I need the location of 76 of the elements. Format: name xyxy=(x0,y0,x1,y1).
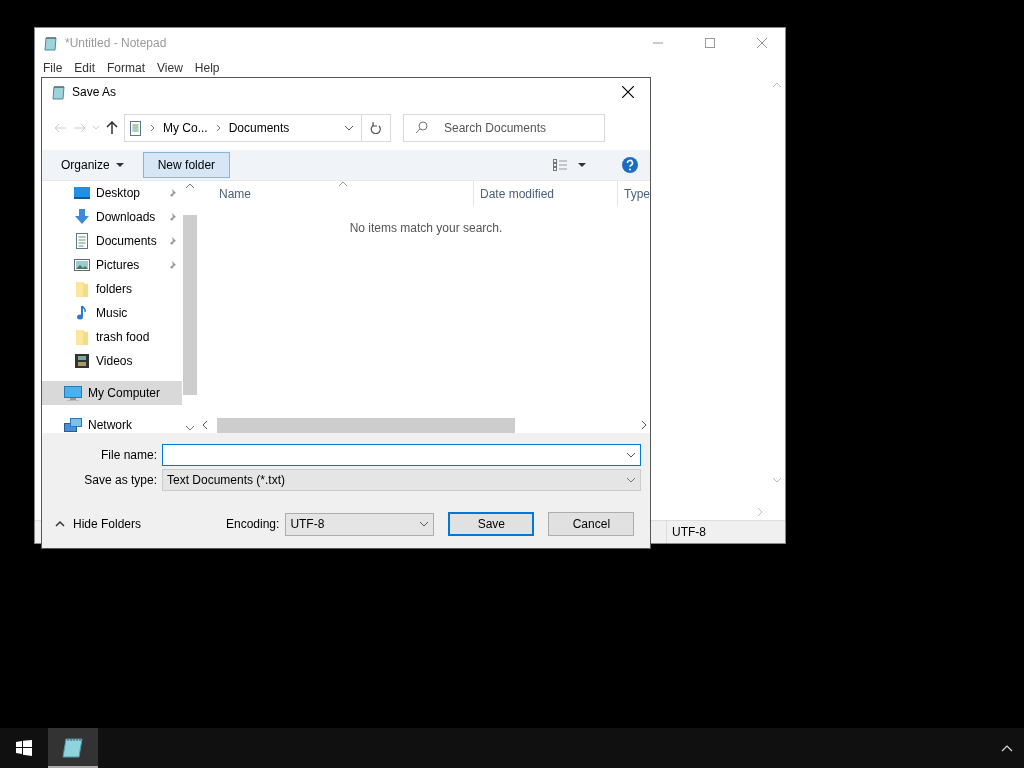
encoding-dropdown[interactable]: UTF-8 xyxy=(285,512,435,536)
nav-item[interactable]: Documents xyxy=(42,229,182,253)
start-icon[interactable] xyxy=(16,740,32,756)
scroll-left-icon[interactable] xyxy=(202,420,208,430)
scrollbar-thumb[interactable] xyxy=(217,417,515,433)
dialog-button[interactable]: Cancel xyxy=(548,512,635,536)
field-label: File name: xyxy=(99,448,158,462)
scroll-up-icon[interactable] xyxy=(185,183,195,189)
maximize-icon[interactable] xyxy=(705,38,715,48)
hide-folders-button[interactable]: Hide Folders xyxy=(42,517,226,531)
close-icon[interactable] xyxy=(622,86,634,98)
organize-button[interactable]: Organize xyxy=(54,154,131,176)
nav-item[interactable]: Network xyxy=(42,413,182,437)
menu-item[interactable]: Help xyxy=(188,61,226,75)
chevron-icon xyxy=(150,124,155,132)
nav-item[interactable]: folders xyxy=(42,277,182,301)
column-header[interactable]: Name xyxy=(202,181,474,206)
breadcrumb[interactable]: Documents xyxy=(228,121,290,135)
search-icon xyxy=(415,121,428,134)
document-icon xyxy=(129,120,142,136)
menu-item[interactable]: File xyxy=(37,61,69,75)
folder-icon xyxy=(74,329,90,345)
document-icon xyxy=(74,233,90,249)
caret-icon[interactable] xyxy=(578,163,586,167)
notepad-icon xyxy=(43,35,59,51)
window-title: *Untitled - Notepad xyxy=(65,36,168,50)
refresh-icon xyxy=(370,122,382,134)
folder-icon xyxy=(74,281,90,297)
scroll-right-icon[interactable] xyxy=(641,420,647,430)
nav-item[interactable]: Music xyxy=(42,301,182,325)
caret-up-icon xyxy=(55,520,65,528)
computer-icon xyxy=(64,385,82,401)
up-icon[interactable] xyxy=(106,121,118,135)
menu-item[interactable]: Edit xyxy=(68,61,102,75)
field-label: Encoding: xyxy=(226,517,280,531)
save-type-dropdown[interactable]: Text Documents (*.txt) xyxy=(162,469,641,491)
new-folder-button[interactable]: New folder xyxy=(142,152,231,178)
picture-icon xyxy=(74,257,90,273)
dropdown-icon[interactable] xyxy=(626,451,636,459)
scrollbar-thumb[interactable] xyxy=(183,215,197,395)
help-icon[interactable] xyxy=(622,157,638,173)
column-header[interactable]: Date modified xyxy=(474,181,618,206)
refresh-button[interactable] xyxy=(361,114,391,142)
dialog-button[interactable]: Save xyxy=(448,512,535,536)
view-icon[interactable] xyxy=(553,159,568,171)
notepad-icon xyxy=(61,735,85,759)
dropdown-icon[interactable] xyxy=(344,124,354,132)
dropdown-icon xyxy=(419,520,430,528)
download-arrow-icon xyxy=(74,209,90,225)
nav-item[interactable]: Desktop xyxy=(42,181,182,205)
empty-message: No items match your search. xyxy=(349,221,503,235)
column-header[interactable]: Type xyxy=(618,181,650,206)
field-label: Save as type: xyxy=(83,473,158,487)
chevron-icon xyxy=(215,124,221,132)
dialog-title: Save As xyxy=(72,85,118,99)
nav-item[interactable]: Downloads xyxy=(42,205,182,229)
search-field[interactable]: Search Documents xyxy=(403,114,605,142)
status-encoding: UTF-8 xyxy=(666,521,785,543)
dropdown-icon xyxy=(626,476,636,484)
menu-item[interactable]: Format xyxy=(101,61,152,75)
nav-item[interactable]: trash food xyxy=(42,325,182,349)
taskbar-app[interactable] xyxy=(48,728,98,768)
caret-icon xyxy=(115,163,124,167)
notepad-icon xyxy=(51,84,67,100)
desktop-icon xyxy=(74,185,90,201)
file-name-field[interactable] xyxy=(162,444,641,466)
breadcrumb[interactable]: My Co... xyxy=(163,121,208,135)
sort-caret-icon xyxy=(338,181,348,187)
nav-item[interactable]: Pictures xyxy=(42,253,182,277)
scroll-down-icon[interactable] xyxy=(185,425,195,431)
network-icon xyxy=(64,417,82,433)
nav-item[interactable]: Videos xyxy=(42,349,182,373)
menu-item[interactable]: View xyxy=(151,61,189,75)
address-bar[interactable]: My Co... Documents xyxy=(124,114,362,142)
nav-item[interactable]: My Computer xyxy=(42,381,182,405)
film-icon xyxy=(74,353,90,369)
